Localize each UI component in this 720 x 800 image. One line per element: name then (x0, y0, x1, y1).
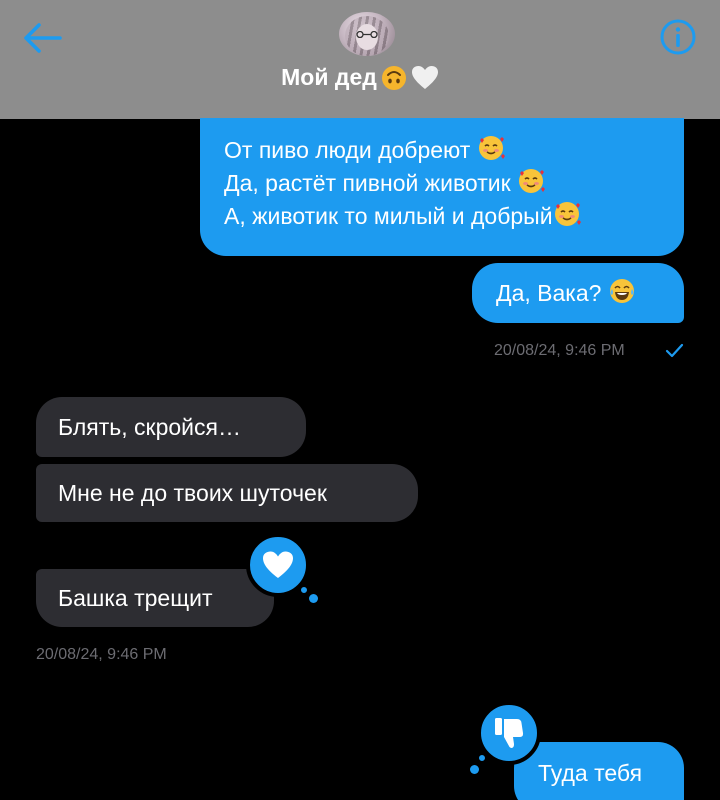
contact-name-row[interactable]: Мой дед (0, 64, 720, 91)
incoming-message[interactable]: Блять, скройся… (36, 397, 306, 457)
thumbs-down-icon (495, 718, 524, 748)
arrow-left-icon (24, 23, 62, 53)
smiling-face-with-hearts-icon (554, 202, 581, 226)
outgoing-message[interactable]: От пиво люди добреют Да, растёт пивной ж… (200, 118, 684, 256)
message-line: Да, растёт пивной животик (224, 170, 511, 196)
message-text: Башка трещит (58, 585, 213, 611)
white-heart-icon (411, 65, 438, 89)
reaction-tail-dot (476, 752, 488, 764)
back-button[interactable] (20, 18, 64, 58)
chat-header: Мой дед (0, 0, 720, 119)
outgoing-message[interactable]: Туда тебя (514, 742, 684, 800)
reaction-tail-dot (470, 765, 479, 774)
info-button[interactable] (660, 19, 696, 55)
message-line: А, животик то милый и добрый (224, 203, 553, 229)
contact-name: Мой дед (281, 64, 377, 90)
outgoing-message[interactable]: Да, Вака? (472, 263, 684, 323)
message-text: Мне не до твоих шуточек (58, 480, 327, 506)
smiling-face-with-hearts-icon (478, 136, 505, 160)
message-timestamp: 20/08/24, 9:46 PM (36, 646, 167, 663)
message-text: Да, Вака? (496, 280, 602, 306)
message-text: Блять, скройся… (58, 414, 241, 440)
message-text: Туда тебя (538, 760, 643, 786)
reaction-tail-dot (298, 584, 310, 596)
incoming-message[interactable]: Мне не до твоих шуточек (36, 464, 418, 522)
face-with-tears-of-joy-icon (609, 279, 634, 303)
smiling-face-with-hearts-icon (519, 169, 546, 193)
message-timestamp: 20/08/24, 9:46 PM (494, 342, 625, 359)
contact-avatar[interactable] (339, 12, 395, 56)
info-circle-icon (660, 19, 696, 55)
sent-check-icon (665, 343, 684, 358)
reaction-tail-dot (309, 594, 318, 603)
message-line: От пиво люди добреют (224, 137, 471, 163)
upside-down-face-icon (381, 65, 406, 90)
heart-icon (263, 551, 293, 578)
incoming-message[interactable]: Башка трещит (36, 569, 274, 627)
